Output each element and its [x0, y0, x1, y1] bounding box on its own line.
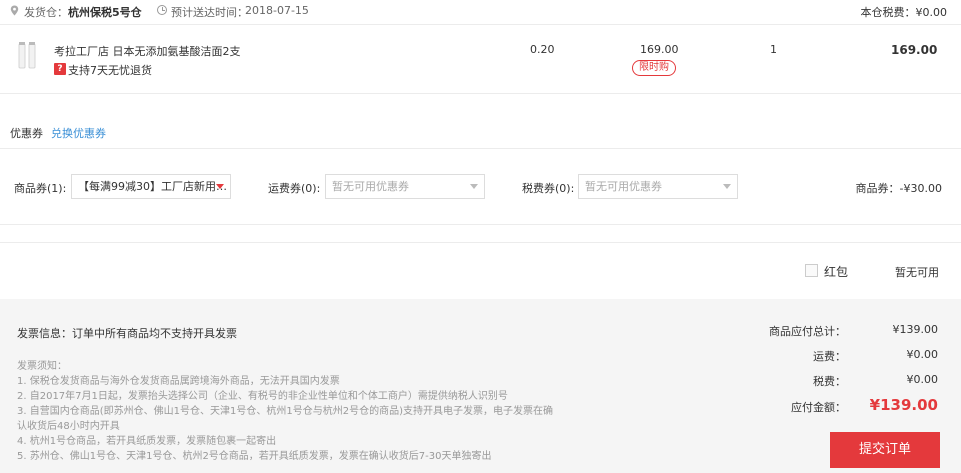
chevron-down-icon [216, 184, 224, 189]
clock-icon [157, 5, 167, 15]
order-footer: 发票信息：订单中所有商品均不支持开具发票 发票须知： 1. 保税仓发货商品与海外… [0, 299, 961, 473]
invoice-note: 1. 保税仓发货商品与海外仓发货商品属跨境海外商品，无法开具国内发票 [17, 376, 340, 387]
summary-shipping-value: ¥0.00 [906, 348, 939, 361]
redpacket-status: 暂无可用 [895, 266, 939, 279]
product-name[interactable]: 考拉工厂店 日本无添加氨基酸洁面2支 [54, 43, 241, 59]
summary-goods-total-value: ¥139.00 [892, 323, 939, 336]
chevron-down-icon [723, 184, 731, 189]
location-pin-icon [10, 5, 19, 16]
summary-tax: 税费： ¥0.00 [740, 373, 940, 389]
divider [0, 242, 961, 243]
return-policy-icon: ? [54, 63, 66, 75]
unit-price: 169.00 [640, 43, 679, 56]
invoice-notes-title: 发票须知： [17, 361, 67, 372]
goods-coupon-select[interactable]: 【每满99减30】工厂店新用… [71, 174, 231, 199]
divider [0, 93, 961, 94]
invoice-note: 4. 杭州1号仓商品，若开具纸质发票，发票随包裹一起寄出 [17, 436, 277, 447]
product-thumbnail[interactable] [14, 40, 42, 70]
warehouse-name: 杭州保税5号仓 [68, 6, 142, 19]
goods-coupon-discount: 商品券：-¥30.00 [855, 182, 942, 195]
warehouse-tax-value: ¥0.00 [915, 6, 948, 19]
goods-coupon-value: 【每满99减30】工厂店新用… [78, 180, 227, 193]
summary-payable: 应付金额： ¥139.00 [740, 396, 940, 416]
divider [0, 148, 961, 149]
summary-shipping-label: 运费： [813, 350, 846, 363]
shipping-coupon-label: 运费券(0): [268, 182, 321, 195]
summary-payable-label: 应付金额： [791, 401, 846, 414]
tax-rate: 0.20 [530, 43, 555, 56]
coupons-title: 优惠券 [10, 127, 43, 140]
chevron-down-icon [470, 184, 478, 189]
return-policy-text: 支持7天无忧退货 [68, 64, 152, 77]
delivery-date: 2018-07-15 [245, 4, 309, 17]
goods-coupon-label: 商品券(1): [14, 182, 67, 195]
summary-goods-total: 商品应付总计： ¥139.00 [740, 323, 940, 339]
exchange-coupon-link[interactable]: 兑换优惠券 [51, 125, 106, 141]
delivery-label: 预计送达时间： [171, 6, 248, 19]
subtotal: 169.00 [891, 43, 938, 57]
shipping-coupon-select[interactable]: 暂无可用优惠券 [325, 174, 485, 199]
tax-coupon-placeholder: 暂无可用优惠券 [585, 180, 662, 193]
invoice-note: 3. 自营国内仓商品(即苏州仓、佛山1号仓、天津1号仓、杭州1号仓与杭州2号仓的… [17, 406, 553, 417]
quantity: 1 [770, 43, 777, 56]
divider [0, 224, 961, 225]
invoice-note: 2. 自2017年7月1日起，发票抬头选择公司（企业、有税号的非企业性单位和个体… [17, 391, 508, 402]
warehouse-tax: 本仓税费：¥0.00 [861, 4, 948, 20]
tax-coupon-label: 税费券(0): [522, 182, 575, 195]
summary-tax-value: ¥0.00 [906, 373, 939, 386]
summary-goods-total-label: 商品应付总计： [769, 325, 846, 338]
summary-payable-value: ¥139.00 [869, 396, 938, 414]
invoice-note: 5. 苏州仓、佛山1号仓、天津1号仓、杭州2号仓商品，若开具纸质发票，发票在确认… [17, 451, 492, 462]
warehouse-label: 发货仓： [24, 6, 68, 19]
product-row: 考拉工厂店 日本无添加氨基酸洁面2支 ? 支持7天无忧退货 0.20 169.0… [0, 25, 961, 93]
submit-order-button[interactable]: 提交订单 [830, 432, 940, 468]
invoice-note: 认收货后48小时内开具 [17, 421, 120, 432]
redpacket-checkbox[interactable] [805, 264, 818, 277]
invoice-title: 发票信息：订单中所有商品均不支持开具发票 [17, 327, 237, 340]
warehouse-tax-label: 本仓税费： [860, 6, 916, 19]
summary-tax-label: 税费： [813, 375, 846, 388]
shipping-coupon-placeholder: 暂无可用优惠券 [332, 180, 409, 193]
header-bar: 发货仓： 杭州保税5号仓 预计送达时间： 2018-07-15 本仓税费：¥0.… [0, 0, 961, 24]
invoice-notes: 发票须知： 1. 保税仓发货商品与海外仓发货商品属跨境海外商品，无法开具国内发票… [17, 359, 553, 464]
tax-coupon-select[interactable]: 暂无可用优惠券 [578, 174, 738, 199]
summary-shipping: 运费： ¥0.00 [740, 348, 940, 364]
redpacket-label: 红包 [824, 265, 849, 279]
limit-tag: 限时购 [632, 60, 676, 76]
